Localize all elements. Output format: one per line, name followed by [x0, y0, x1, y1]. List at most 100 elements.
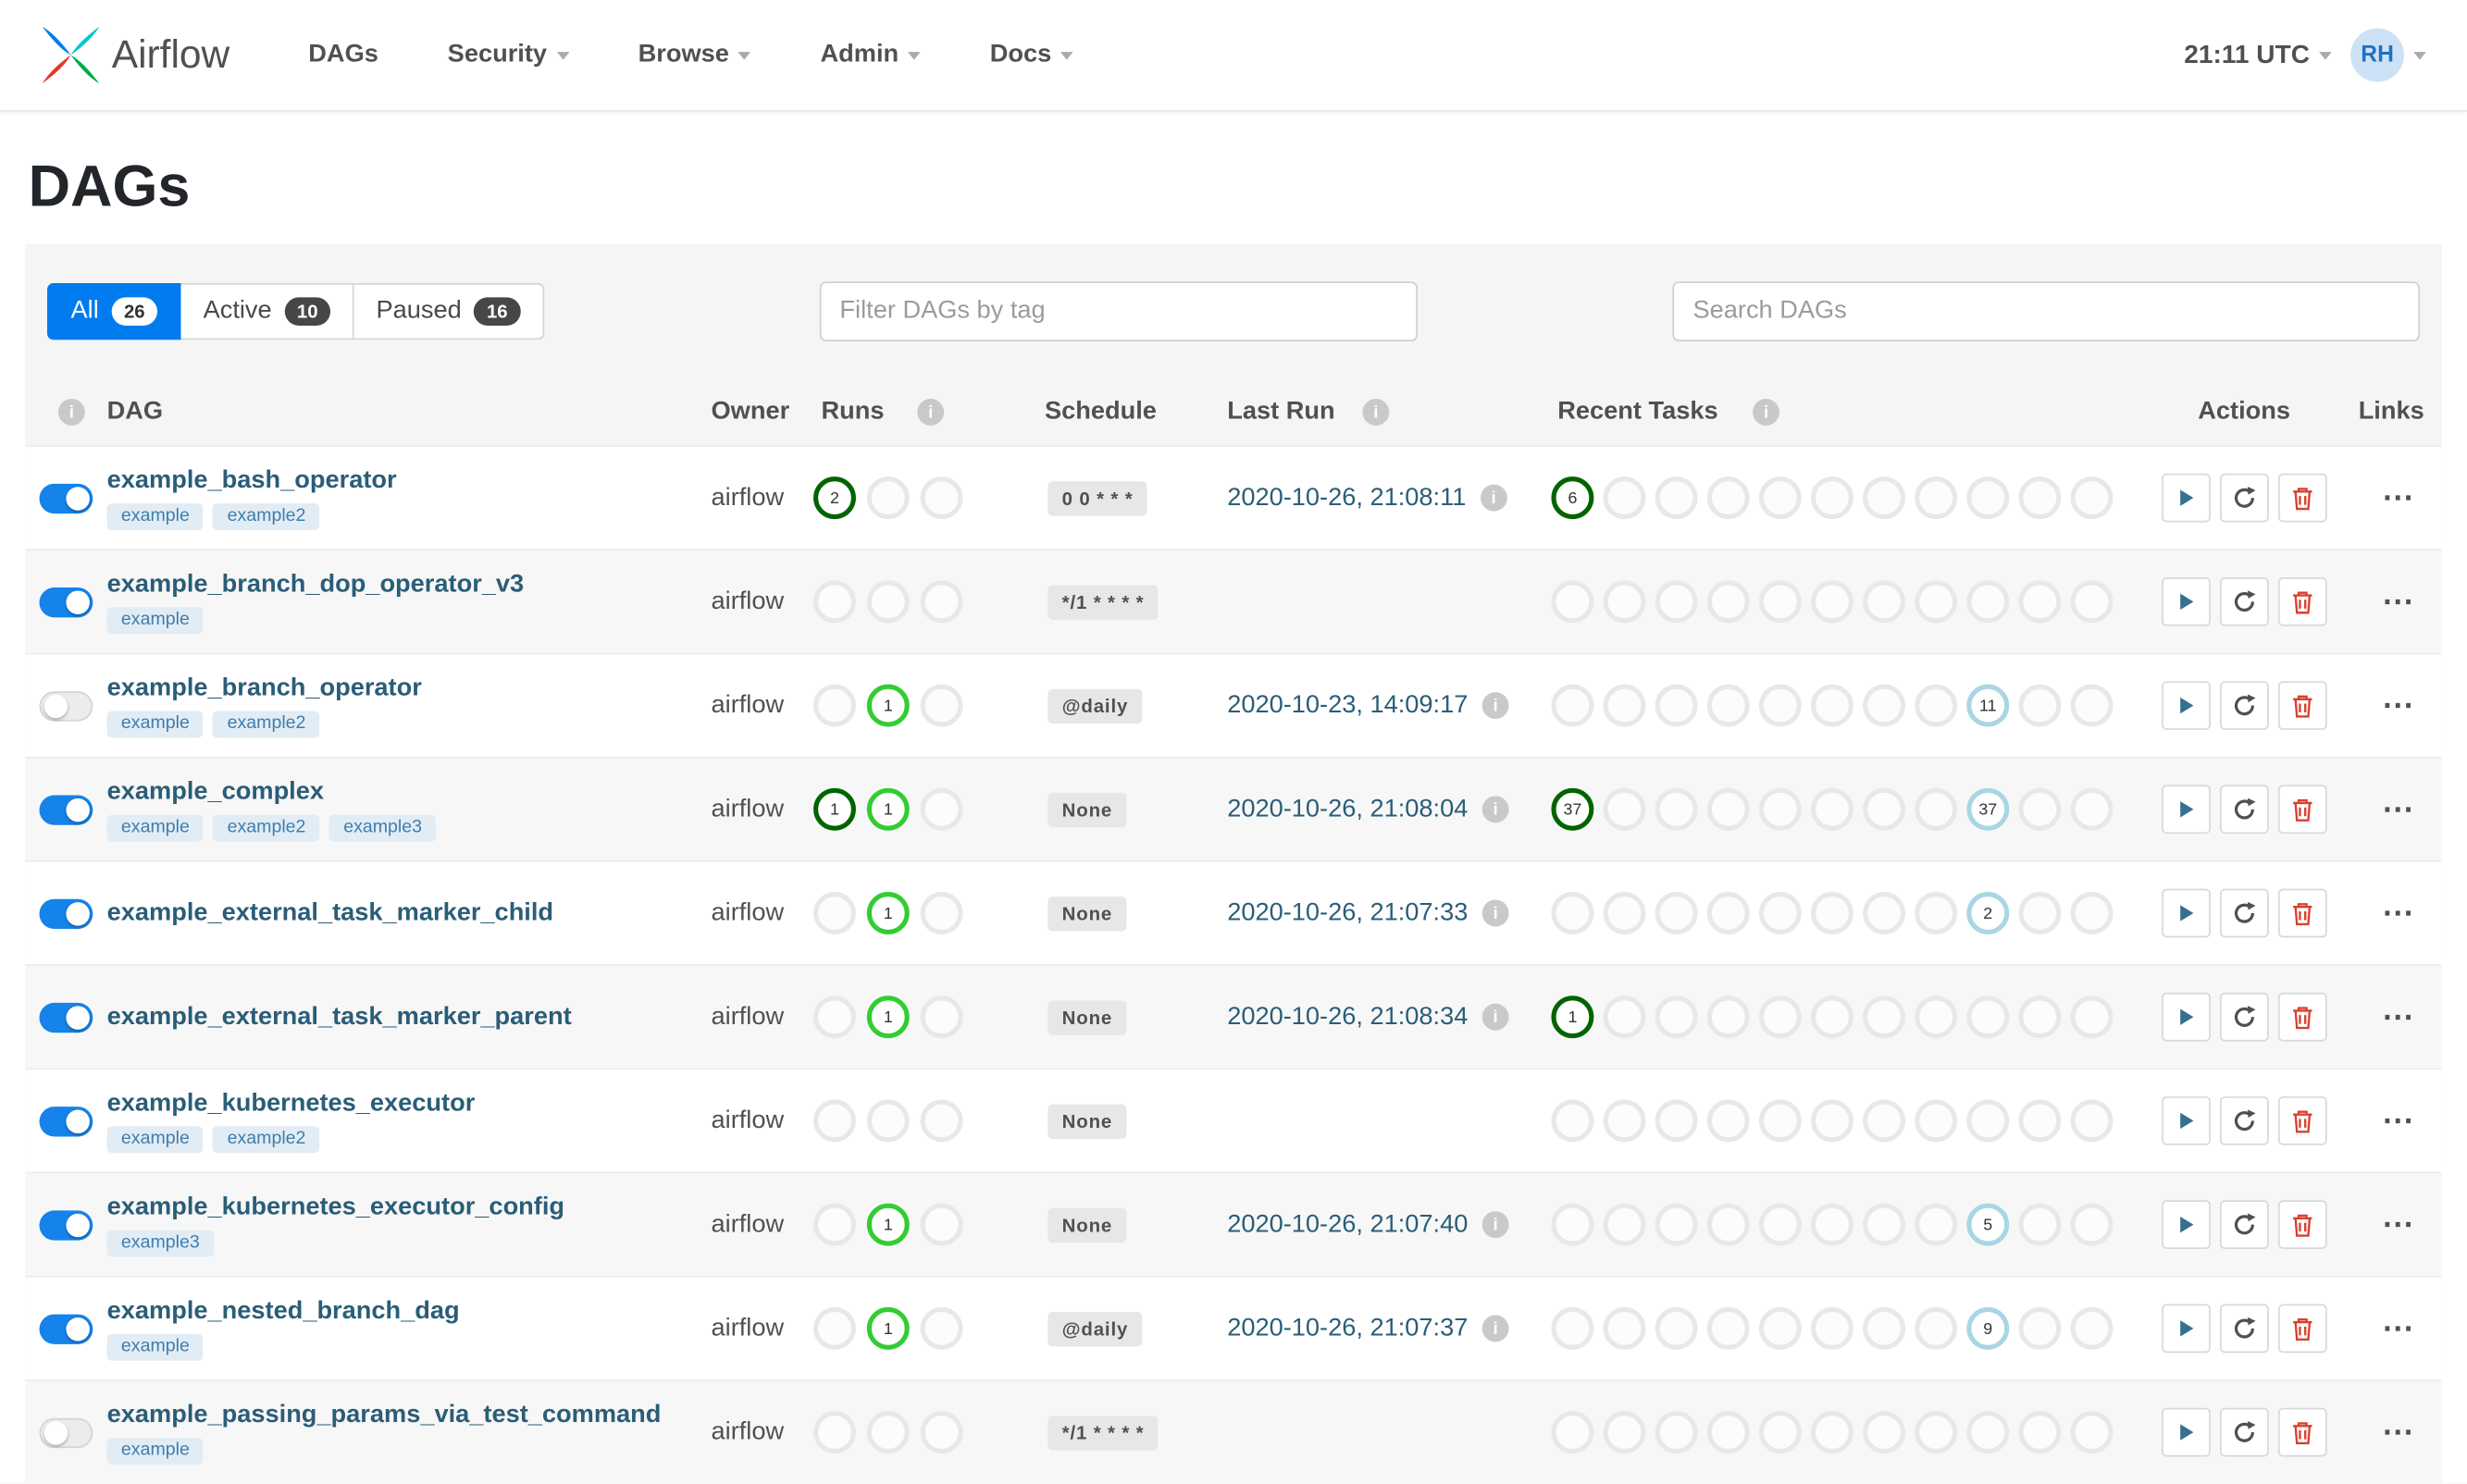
task-state-circle[interactable]: [1603, 1203, 1646, 1246]
task-state-circle[interactable]: [2070, 580, 2114, 624]
dag-pause-toggle[interactable]: [39, 1416, 93, 1448]
refresh-dag-button[interactable]: [2220, 473, 2269, 523]
task-state-circle[interactable]: [1758, 1411, 1802, 1454]
task-state-circle[interactable]: [1603, 1306, 1646, 1350]
dag-run-circle[interactable]: [813, 684, 856, 727]
task-state-circle[interactable]: [1810, 1306, 1853, 1350]
last-run-link[interactable]: 2020-10-26, 21:07:37: [1227, 1315, 1468, 1343]
task-state-circle[interactable]: 37: [1966, 787, 2010, 831]
task-state-circle[interactable]: [1810, 1099, 1853, 1143]
dag-run-circle[interactable]: 1: [866, 1203, 910, 1246]
task-state-circle[interactable]: [1603, 580, 1646, 624]
task-state-circle[interactable]: [1863, 996, 1906, 1039]
task-state-circle[interactable]: 6: [1551, 476, 1594, 520]
task-state-circle[interactable]: [1915, 892, 1958, 934]
schedule-badge[interactable]: */1 * * * *: [1048, 584, 1159, 620]
task-state-circle[interactable]: [1810, 996, 1853, 1039]
task-state-circle[interactable]: [1915, 476, 1958, 520]
dag-tag[interactable]: example3: [329, 813, 437, 841]
dag-name-link[interactable]: example_passing_params_via_test_command: [107, 1401, 662, 1429]
brand[interactable]: Airflow: [41, 25, 229, 85]
task-state-circle[interactable]: [1655, 580, 1698, 624]
task-state-circle[interactable]: [2070, 996, 2114, 1039]
dag-links-button[interactable]: ⋯: [2370, 759, 2426, 861]
dag-run-circle[interactable]: [920, 1306, 963, 1350]
task-state-circle[interactable]: 2: [1966, 892, 2010, 934]
dag-run-circle[interactable]: [866, 476, 910, 520]
dag-name-link[interactable]: example_branch_dop_operator_v3: [107, 570, 525, 599]
task-state-circle[interactable]: [1758, 476, 1802, 520]
task-state-circle[interactable]: [1863, 1203, 1906, 1246]
dag-tag[interactable]: example: [106, 1125, 205, 1153]
dag-links-button[interactable]: ⋯: [2370, 550, 2426, 653]
task-state-circle[interactable]: [1758, 892, 1802, 934]
schedule-badge[interactable]: None: [1048, 999, 1127, 1034]
nav-item-admin[interactable]: Admin: [821, 41, 921, 69]
trigger-dag-button[interactable]: [2162, 1096, 2211, 1145]
delete-dag-button[interactable]: [2277, 1304, 2327, 1354]
last-run-link[interactable]: 2020-10-26, 21:08:04: [1227, 795, 1468, 823]
dag-links-button[interactable]: ⋯: [2370, 1070, 2426, 1172]
delete-dag-button[interactable]: [2277, 473, 2327, 523]
delete-dag-button[interactable]: [2277, 681, 2327, 730]
task-state-circle[interactable]: [1966, 1411, 2010, 1454]
task-state-circle[interactable]: [1863, 787, 1906, 831]
task-state-circle[interactable]: [1966, 580, 2010, 624]
trigger-dag-button[interactable]: [2162, 576, 2211, 626]
task-state-circle[interactable]: [1810, 787, 1853, 831]
task-state-circle[interactable]: [1863, 892, 1906, 934]
task-state-circle[interactable]: [1706, 892, 1750, 934]
dag-name-link[interactable]: example_external_task_marker_parent: [107, 1003, 572, 1032]
task-state-circle[interactable]: [2018, 1306, 2062, 1350]
dag-run-circle[interactable]: [813, 892, 856, 934]
task-state-circle[interactable]: [1551, 1099, 1594, 1143]
dag-run-circle[interactable]: 1: [813, 787, 856, 831]
dag-tag[interactable]: example2: [213, 710, 320, 737]
task-state-circle[interactable]: [1915, 684, 1958, 727]
dag-run-circle[interactable]: [920, 684, 963, 727]
task-state-circle[interactable]: [2070, 476, 2114, 520]
dag-run-circle[interactable]: [920, 996, 963, 1039]
task-state-circle[interactable]: [1551, 580, 1594, 624]
task-state-circle[interactable]: [1758, 996, 1802, 1039]
dag-run-circle[interactable]: [920, 1411, 963, 1454]
dag-run-circle[interactable]: [866, 1411, 910, 1454]
dag-pause-toggle[interactable]: [39, 587, 93, 617]
task-state-circle[interactable]: [1655, 1306, 1698, 1350]
dag-links-button[interactable]: ⋯: [2370, 1173, 2426, 1276]
dag-links-button[interactable]: ⋯: [2370, 447, 2426, 550]
dag-run-circle[interactable]: [813, 1411, 856, 1454]
filter-tab-all[interactable]: All 26: [47, 283, 181, 340]
trigger-dag-button[interactable]: [2162, 888, 2211, 938]
dag-run-circle[interactable]: [866, 1099, 910, 1143]
task-state-circle[interactable]: [1706, 1411, 1750, 1454]
schedule-badge[interactable]: None: [1048, 1206, 1127, 1243]
task-state-circle[interactable]: [1603, 476, 1646, 520]
task-state-circle[interactable]: [1863, 1306, 1906, 1350]
task-state-circle[interactable]: [1603, 892, 1646, 934]
delete-dag-button[interactable]: [2277, 1407, 2327, 1457]
task-state-circle[interactable]: [1758, 1099, 1802, 1143]
dag-pause-toggle[interactable]: [39, 1106, 93, 1136]
nav-item-docs[interactable]: Docs: [990, 41, 1074, 69]
refresh-dag-button[interactable]: [2220, 1200, 2269, 1250]
task-state-circle[interactable]: [1810, 476, 1853, 520]
dag-run-circle[interactable]: [866, 580, 910, 624]
dag-run-circle[interactable]: [813, 1306, 856, 1350]
task-state-circle[interactable]: [1966, 1099, 2010, 1143]
last-run-link[interactable]: 2020-10-26, 21:08:11: [1227, 484, 1466, 513]
delete-dag-button[interactable]: [2277, 992, 2327, 1042]
nav-item-security[interactable]: Security: [448, 41, 569, 69]
task-state-circle[interactable]: [1810, 580, 1853, 624]
dag-tag[interactable]: example2: [213, 1125, 320, 1153]
task-state-circle[interactable]: [2070, 1099, 2114, 1143]
refresh-dag-button[interactable]: [2220, 1304, 2269, 1354]
task-state-circle[interactable]: [1966, 476, 2010, 520]
dag-run-circle[interactable]: [920, 1203, 963, 1246]
schedule-badge[interactable]: None: [1048, 896, 1127, 931]
task-state-circle[interactable]: [2070, 892, 2114, 934]
task-state-circle[interactable]: [2070, 787, 2114, 831]
dag-links-button[interactable]: ⋯: [2370, 966, 2426, 1069]
task-state-circle[interactable]: [1966, 996, 2010, 1039]
task-state-circle[interactable]: [1915, 787, 1958, 831]
